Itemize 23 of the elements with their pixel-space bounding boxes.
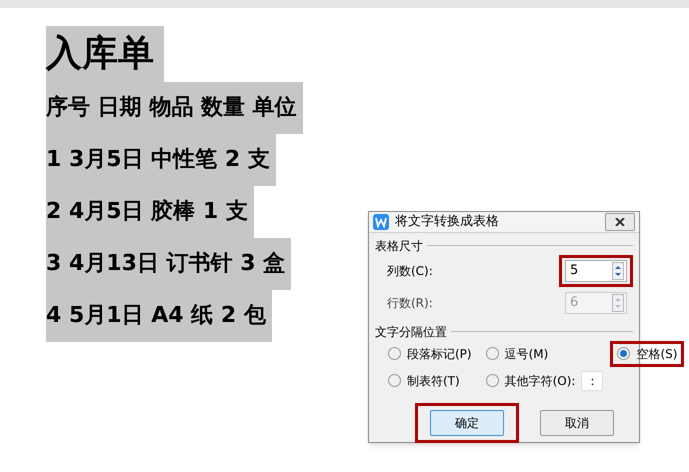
field-label: 行数(R): <box>387 294 433 312</box>
close-button[interactable] <box>605 212 635 231</box>
radio-button[interactable] <box>486 374 499 387</box>
radio-label: 其他字符(O): <box>504 372 576 390</box>
radio-button[interactable] <box>486 347 499 360</box>
radio-label: 制表符(T) <box>407 372 460 390</box>
field-label: 列数(C): <box>387 262 433 280</box>
close-icon <box>615 218 625 226</box>
dialog-button[interactable]: 取消 <box>540 410 614 436</box>
document-title: 入库单 <box>46 26 164 82</box>
radio-button[interactable] <box>617 347 630 360</box>
section-heading: 表格尺寸 <box>375 238 423 254</box>
radio-label: 逗号(M) <box>504 346 548 362</box>
radio-button[interactable] <box>388 374 401 387</box>
radio-button[interactable] <box>388 347 401 360</box>
radio-label: 段落标记(P) <box>407 346 472 362</box>
radio-label: 空格(S) <box>636 346 678 362</box>
spinner-icon[interactable] <box>612 262 624 280</box>
dialog-button[interactable]: 确定 <box>430 410 504 436</box>
window-title: 将文字转换成表格 <box>395 213 500 231</box>
number-field[interactable]: 5 <box>565 260 627 282</box>
section-heading: 文字分隔位置 <box>375 324 447 340</box>
character-field[interactable]: ： <box>581 370 604 390</box>
